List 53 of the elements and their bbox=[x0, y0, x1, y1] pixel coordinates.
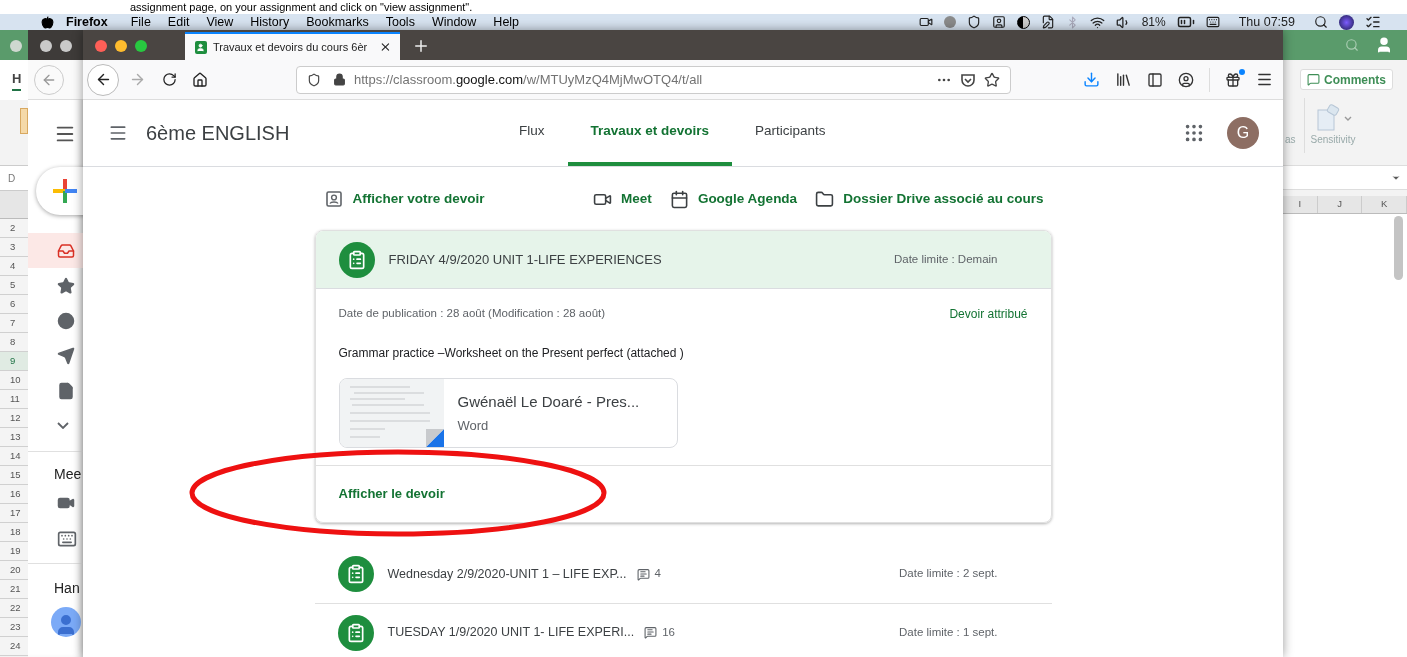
view-assignment-link[interactable]: Afficher le devoir bbox=[338, 484, 445, 504]
class-resource-link[interactable]: Meet bbox=[593, 188, 652, 210]
address-bar[interactable]: https://classroom.google.com/w/MTUyMzQ4MjMwOTQ4/t/all bbox=[296, 65, 1011, 94]
ribbon-tab[interactable]: H bbox=[12, 69, 22, 91]
class-tab[interactable]: Travaux et devoirs bbox=[567, 100, 733, 166]
battery-percent: 81% bbox=[1141, 14, 1166, 31]
class-title[interactable]: 6ème ENGLISH bbox=[146, 118, 290, 148]
cell-reference: D bbox=[8, 171, 16, 186]
menu-item[interactable]: Help bbox=[493, 12, 520, 32]
due-date: Date limite : 2 sept. bbox=[899, 566, 998, 582]
name-box[interactable]: D bbox=[0, 165, 28, 191]
column-header[interactable]: J bbox=[1317, 196, 1363, 213]
assignment-description: Grammar practice –Worksheet on the Present perfect (attached ) bbox=[338, 345, 685, 362]
menu-item[interactable]: Bookmarks bbox=[306, 12, 369, 32]
section-heading: Mee bbox=[54, 465, 82, 484]
menu-item[interactable]: File bbox=[130, 12, 151, 32]
attachment-card[interactable]: Gwénaël Le Doaré - Pres... Word bbox=[338, 378, 678, 448]
class-resource-link[interactable]: Dossier Drive associé au cours bbox=[815, 188, 1044, 210]
assignment-row[interactable]: TUESDAY 1/9/2020 UNIT 1- LIFE EXPERI... 16 Date limite : 1 sept. bbox=[314, 603, 1052, 657]
comment-count: 16 bbox=[662, 624, 675, 640]
menu-item[interactable]: Tools bbox=[385, 12, 415, 32]
due-date: Date limite : Demain bbox=[893, 251, 998, 267]
class-resource-link[interactable]: Google Agenda bbox=[669, 188, 798, 210]
comment-count: 4 bbox=[654, 566, 661, 582]
your-work-link[interactable]: Afficher votre devoir bbox=[324, 188, 485, 210]
ribbon-label: as bbox=[1284, 133, 1296, 147]
user-avatar[interactable]: G bbox=[1227, 117, 1259, 149]
attachment-name: Gwénaël Le Doaré - Pres... bbox=[457, 391, 640, 412]
menu-item[interactable]: Window bbox=[431, 12, 477, 32]
comments-button[interactable]: Comments bbox=[1300, 69, 1393, 90]
menu-item[interactable]: History bbox=[250, 12, 290, 32]
posted-date: Date de publication : 28 août (Modification : 28 août) bbox=[338, 306, 606, 322]
url-text: https://classroom.google.com/w/MTUyMzQ4MjMwOTQ4/t/all bbox=[354, 70, 703, 89]
browser-tab[interactable]: Travaux et devoirs du cours 6èr bbox=[185, 32, 400, 60]
assignment-status: Devoir attribué bbox=[949, 306, 1028, 323]
menu-app-name[interactable]: Firefox bbox=[66, 12, 108, 32]
menu-item[interactable]: View bbox=[206, 12, 234, 32]
clock-text: Thu 07:59 bbox=[1238, 13, 1295, 31]
class-tab[interactable]: Participants bbox=[732, 100, 849, 166]
assignment-row[interactable]: Wednesday 2/9/2020-UNIT 1 – LIFE EXP... 4 Date limite : 2 sept. bbox=[314, 545, 1052, 603]
menu-item[interactable]: Edit bbox=[167, 12, 190, 32]
assignment-title: TUESDAY 1/9/2020 UNIT 1- LIFE EXPERI... bbox=[387, 624, 635, 642]
assignment-title: Wednesday 2/9/2020-UNIT 1 – LIFE EXP... bbox=[387, 565, 627, 583]
section-heading: Han bbox=[54, 579, 80, 598]
column-header[interactable]: K bbox=[1362, 196, 1407, 213]
caption-text: assignment page, on your assignment and click on "view assignment". bbox=[130, 0, 473, 14]
attachment-type: Word bbox=[457, 417, 490, 435]
column-header[interactable]: I bbox=[1283, 196, 1318, 213]
tab-title: Travaux et devoirs du cours 6èr bbox=[212, 39, 368, 55]
class-tab[interactable]: Flux bbox=[496, 100, 568, 166]
row-number[interactable]: 9 bbox=[0, 352, 28, 371]
due-date: Date limite : 1 sept. bbox=[899, 624, 998, 640]
assignment-title[interactable]: FRIDAY 4/9/2020 UNIT 1-LIFE EXPERIENCES bbox=[388, 249, 662, 270]
